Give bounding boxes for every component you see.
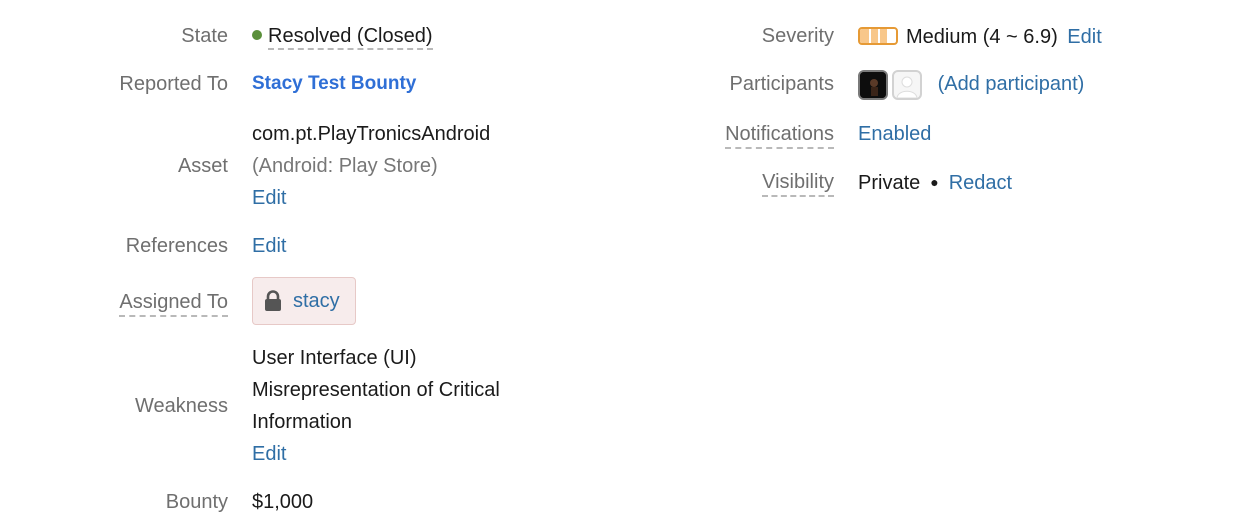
references-edit-link[interactable]: Edit [252, 230, 286, 262]
participants-label: Participants [729, 73, 835, 95]
weakness-label: Weakness [134, 395, 228, 417]
severity-label: Severity [761, 25, 834, 47]
weakness-line-3: Information [252, 411, 353, 433]
notifications-toggle[interactable]: Enabled [858, 118, 931, 150]
visibility-label: Visibility [762, 166, 834, 198]
severity-meter-fill [860, 29, 887, 43]
visibility-value: Private ● Redact [858, 166, 1012, 199]
reported-to-label: Reported To [119, 73, 228, 95]
severity-meter-divider [887, 29, 889, 43]
status-dot-icon [252, 30, 262, 40]
avatar-placeholder-icon[interactable] [892, 69, 922, 100]
asset-name: com.pt.PlayTronicsAndroid [252, 123, 491, 145]
notifications-label: Notifications [725, 118, 834, 150]
assignee-name[interactable]: stacy [293, 290, 340, 313]
state-value: Resolved (Closed) [252, 20, 433, 52]
weakness-line-2: Misrepresentation of Critical [252, 379, 500, 401]
severity-edit-link[interactable]: Edit [1067, 26, 1101, 48]
assignee-chip[interactable]: stacy [252, 277, 356, 325]
bounty-value: $1,000 [252, 491, 314, 513]
weakness-line-1: User Interface (UI) [252, 347, 417, 369]
avatar[interactable] [858, 69, 888, 100]
reported-to-link[interactable]: Stacy Test Bounty [252, 68, 416, 100]
severity-value: Medium (4 ~ 6.9) Edit [858, 21, 1102, 53]
bounty-label: Bounty [165, 491, 228, 513]
severity-meter-icon [858, 27, 898, 45]
redact-link[interactable]: Redact [949, 172, 1012, 194]
severity-meter-divider [869, 29, 871, 43]
references-label: References [125, 235, 228, 257]
add-participant-link[interactable]: (Add participant) [938, 73, 1085, 95]
severity-meter-divider [878, 29, 880, 43]
visibility-text: Private [858, 172, 921, 194]
asset-label: Asset [177, 155, 228, 177]
lock-icon [263, 290, 283, 312]
assigned-to-label: Assigned To [119, 286, 228, 318]
severity-text: Medium (4 ~ 6.9) [906, 26, 1058, 48]
separator-dot: ● [930, 174, 939, 190]
participants-value: (Add participant) [858, 68, 1084, 100]
state-label: State [181, 25, 228, 47]
weakness-edit-link[interactable]: Edit [252, 438, 286, 470]
state-text: Resolved (Closed) [268, 25, 433, 50]
asset-edit-link[interactable]: Edit [252, 182, 286, 214]
asset-type: (Android: Play Store) [252, 155, 438, 177]
